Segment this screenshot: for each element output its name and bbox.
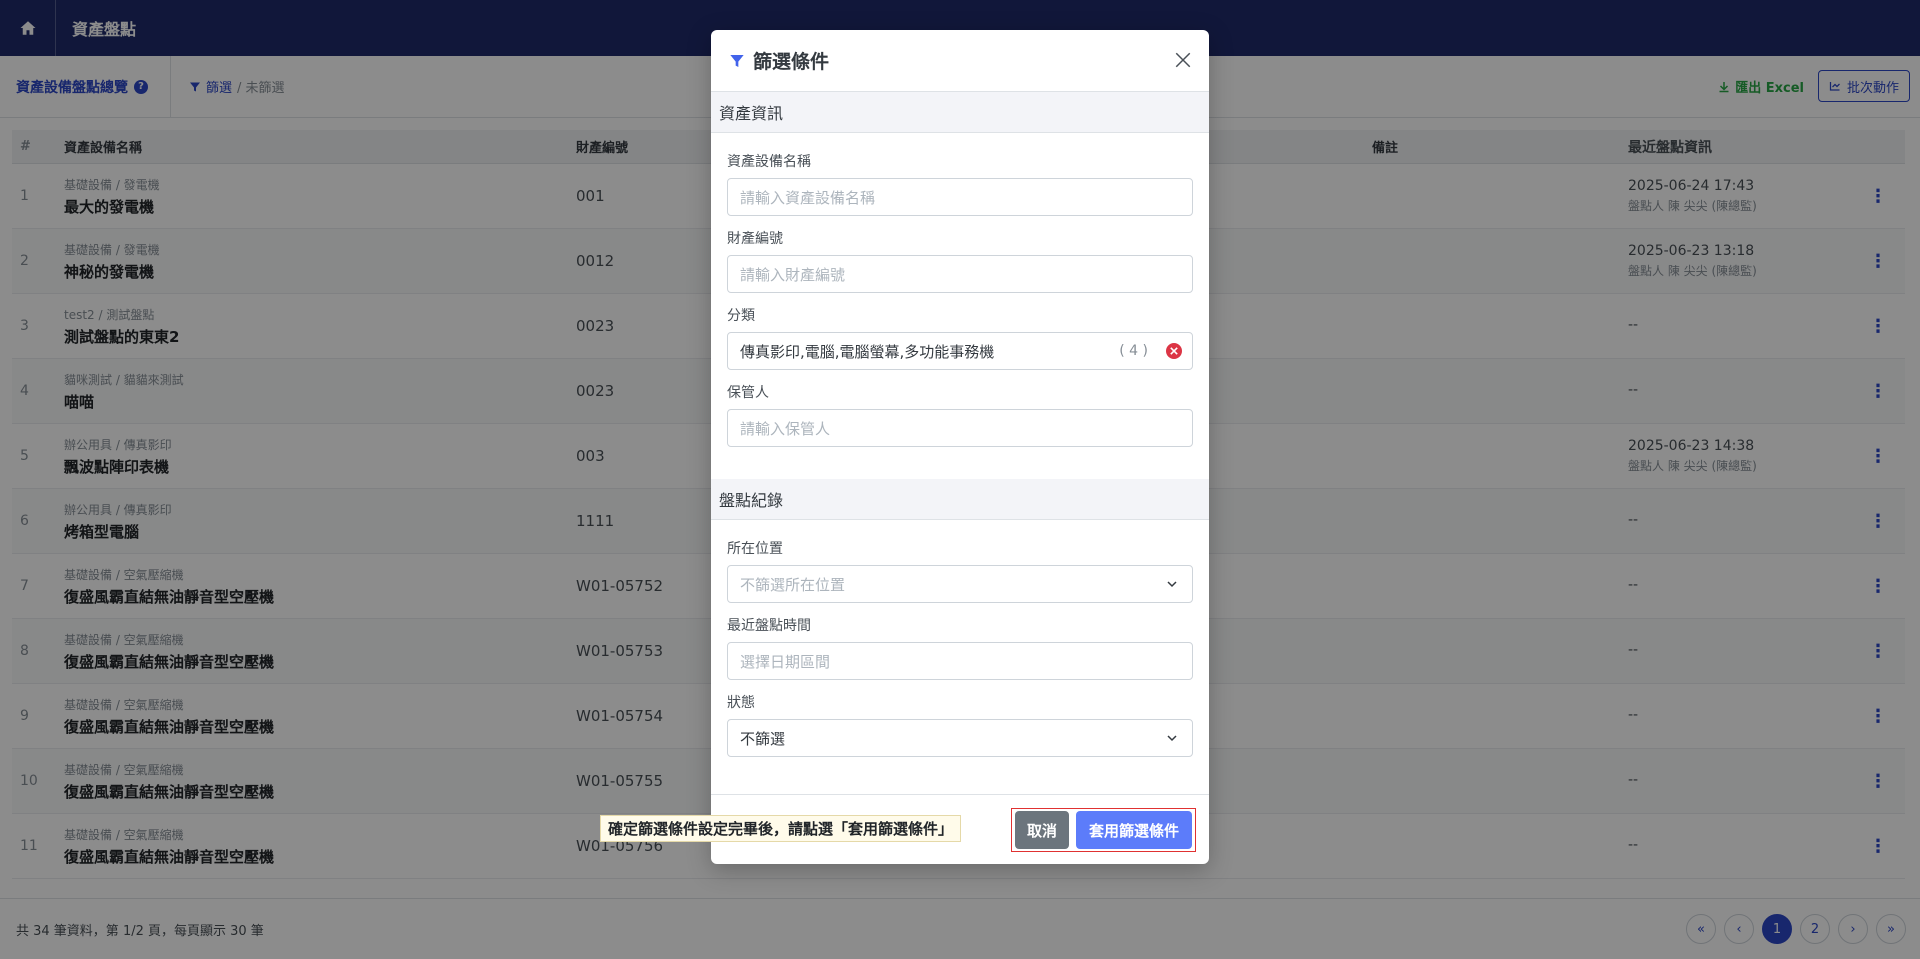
chevron-down-icon [1167,735,1177,742]
status-label: 狀態 [727,695,755,711]
category-label: 分類 [727,308,755,324]
close-icon [1175,52,1191,68]
date-label: 最近盤點時間 [727,618,811,634]
asset-name-label: 資產設備名稱 [727,154,811,170]
modal-header: 篩選條件 [711,30,1209,92]
chevron-down-icon [1167,581,1177,588]
location-label: 所在位置 [727,541,783,557]
status-select[interactable]: 不篩選 [727,719,1193,757]
location-value: 不篩選所在位置 [740,575,846,594]
date-range-input[interactable]: 選擇日期區間 [727,642,1193,680]
keeper-label: 保管人 [727,385,769,401]
modal-title: 篩選條件 [753,51,830,73]
funnel-icon [730,54,744,67]
asset-info-fields: 資產設備名稱 請輸入資產設備名稱 財產編號 請輸入財產編號 分類 傳真影印,電腦… [711,133,1209,451]
category-select[interactable]: 傳真影印,電腦,電腦螢幕,多功能事務機 ( 4 ) [727,332,1193,370]
clear-category-button[interactable] [1166,343,1182,359]
action-highlight: 取消 套用篩選條件 [1010,808,1196,852]
keeper-input[interactable]: 請輸入保管人 [727,409,1193,447]
asset-code-label: 財產編號 [727,231,783,247]
asset-name-input[interactable]: 請輸入資產設備名稱 [727,178,1193,216]
clear-icon [1170,347,1178,355]
section-asset-info: 資產資訊 [711,92,1209,133]
asset-code-input[interactable]: 請輸入財產編號 [727,255,1193,293]
filter-modal: 篩選條件 資產資訊 資產設備名稱 請輸入資產設備名稱 財產編號 請輸入財產編號 … [711,30,1209,864]
section-inventory-record: 盤點紀錄 [711,479,1209,520]
inventory-record-fields: 所在位置 不篩選所在位置 最近盤點時間 選擇日期區間 狀態 不篩選 [711,520,1209,761]
apply-filter-button[interactable]: 套用篩選條件 [1075,811,1192,849]
location-select[interactable]: 不篩選所在位置 [727,565,1193,603]
cancel-button[interactable]: 取消 [1014,811,1069,849]
status-value: 不篩選 [740,729,786,748]
category-count: ( 4 ) [1119,343,1148,359]
guide-tooltip: 確定篩選條件設定完畢後，請點選「套用篩選條件」 [600,815,962,842]
close-button[interactable] [1171,48,1195,72]
category-value: 傳真影印,電腦,電腦螢幕,多功能事務機 [740,342,995,361]
